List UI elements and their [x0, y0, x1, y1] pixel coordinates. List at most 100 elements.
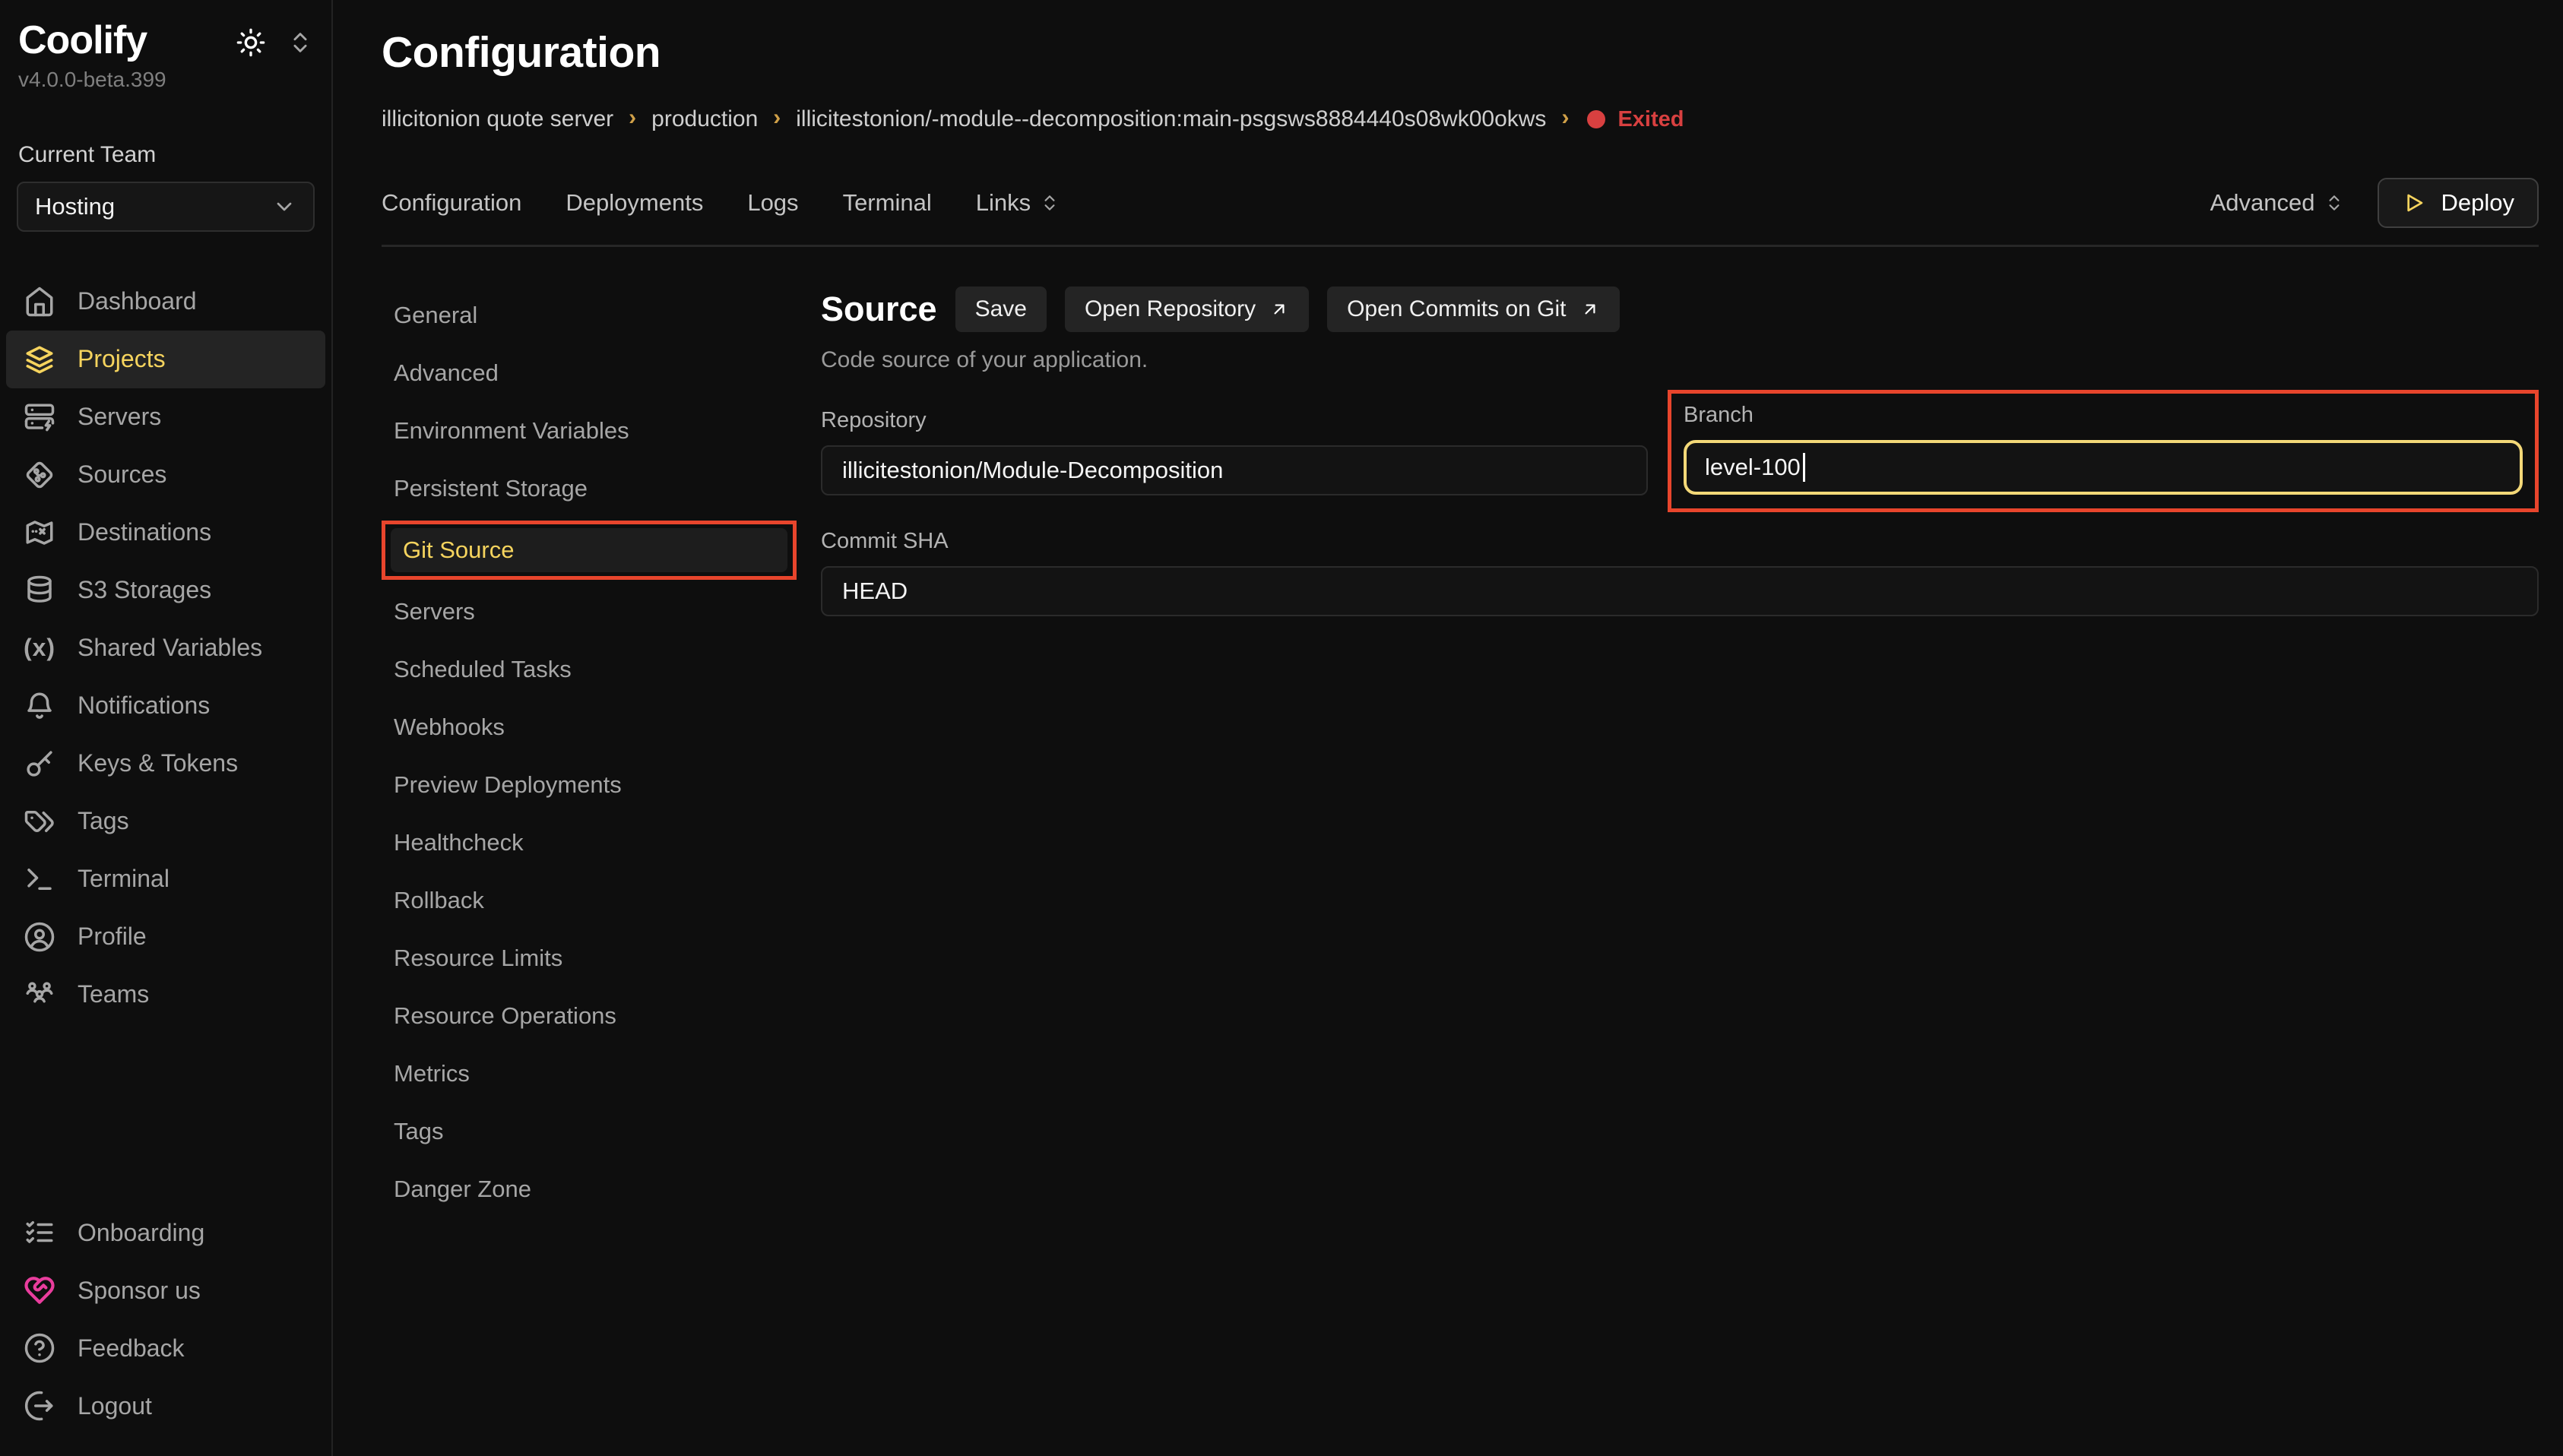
subnav-general[interactable]: General: [382, 286, 797, 344]
section-title: Source: [821, 290, 937, 329]
source-panel: Source Save Open Repository Open Commits…: [821, 286, 2539, 1218]
advanced-dropdown[interactable]: Advanced: [2210, 189, 2344, 217]
breadcrumb-project[interactable]: illicitonion quote server: [382, 106, 613, 132]
subnav-persistent-storage[interactable]: Persistent Storage: [382, 460, 797, 518]
sidebar-item-terminal[interactable]: Terminal: [6, 850, 325, 908]
chevrons-up-down-icon[interactable]: [287, 30, 313, 62]
theme-sun-icon[interactable]: [236, 27, 266, 64]
subnav-resource-limits[interactable]: Resource Limits: [382, 929, 797, 987]
chevron-down-icon: [272, 195, 296, 219]
team-select-value: Hosting: [35, 193, 115, 220]
database-icon: [23, 574, 56, 606]
heart-handshake-icon: [23, 1274, 56, 1306]
status-dot-icon: [1587, 110, 1605, 128]
sidebar: Coolify v4.0.0-beta.399 Current Team Hos…: [0, 0, 333, 1456]
sidebar-item-servers[interactable]: Servers: [6, 388, 325, 446]
subnav-advanced[interactable]: Advanced: [382, 344, 797, 402]
deploy-button[interactable]: Deploy: [2378, 178, 2539, 228]
subnav-tags[interactable]: Tags: [382, 1103, 797, 1160]
tab-bar: Configuration Deployments Logs Terminal …: [382, 178, 2539, 247]
sidebar-item-s3-storages[interactable]: S3 Storages: [6, 562, 325, 619]
subnav-resource-operations[interactable]: Resource Operations: [382, 987, 797, 1045]
map-icon: [23, 517, 56, 549]
key-icon: [23, 748, 56, 780]
sidebar-item-projects[interactable]: Projects: [6, 331, 325, 388]
sidebar-item-sources[interactable]: Sources: [6, 446, 325, 504]
subnav-rollback[interactable]: Rollback: [382, 872, 797, 929]
users-icon: [23, 979, 56, 1011]
sidebar-item-onboarding[interactable]: Onboarding: [6, 1204, 325, 1261]
chevrons-up-down-icon: [1040, 193, 1060, 213]
status-badge: Exited: [1587, 107, 1684, 132]
bell-icon: [23, 690, 56, 722]
server-icon: [23, 401, 56, 433]
app-root: Coolify v4.0.0-beta.399 Current Team Hos…: [0, 0, 2563, 1456]
breadcrumb-separator-icon: ›: [773, 105, 781, 131]
main-area: Configuration illicitonion quote server …: [333, 0, 2563, 1456]
logout-icon: [23, 1390, 56, 1422]
tab-deployments[interactable]: Deployments: [566, 189, 703, 217]
sidebar-item-logout[interactable]: Logout: [6, 1377, 325, 1435]
commit-sha-input[interactable]: [821, 566, 2539, 616]
tab-configuration[interactable]: Configuration: [382, 189, 521, 217]
chevrons-up-down-icon: [2324, 193, 2344, 213]
home-icon: [23, 286, 56, 318]
breadcrumb-separator-icon: ›: [1561, 105, 1569, 131]
tab-links[interactable]: Links: [976, 189, 1060, 217]
help-circle-icon: [23, 1332, 56, 1364]
sidebar-item-dashboard[interactable]: Dashboard: [6, 273, 325, 331]
subnav-servers[interactable]: Servers: [382, 583, 797, 641]
checklist-icon: [23, 1217, 56, 1249]
subnav-scheduled-tasks[interactable]: Scheduled Tasks: [382, 641, 797, 698]
commit-sha-label: Commit SHA: [821, 529, 2539, 554]
sidebar-item-keys-tokens[interactable]: Keys & Tokens: [6, 735, 325, 793]
branch-annotation-box: Branch level-100: [1668, 390, 2539, 512]
subnav-preview-deployments[interactable]: Preview Deployments: [382, 756, 797, 814]
variable-icon: (x): [23, 634, 56, 662]
subnav-environment-variables[interactable]: Environment Variables: [382, 402, 797, 460]
sidebar-item-feedback[interactable]: Feedback: [6, 1319, 325, 1377]
repository-label: Repository: [821, 408, 1648, 433]
git-source-annotation-box: Git Source: [382, 521, 797, 580]
tab-logs[interactable]: Logs: [747, 189, 798, 217]
open-commits-button[interactable]: Open Commits on Git: [1327, 286, 1619, 332]
page-title: Configuration: [382, 27, 2539, 78]
git-source-icon: [23, 459, 56, 491]
section-description: Code source of your application.: [821, 347, 2539, 373]
sidebar-item-destinations[interactable]: Destinations: [6, 504, 325, 562]
subnav-git-source[interactable]: Git Source: [391, 528, 787, 572]
app-version: v4.0.0-beta.399: [18, 68, 166, 92]
repository-field-group: Repository: [821, 408, 1648, 495]
sidebar-header: Coolify v4.0.0-beta.399: [0, 20, 331, 92]
tab-terminal[interactable]: Terminal: [843, 189, 932, 217]
sidebar-spacer: [0, 1024, 331, 1204]
terminal-icon: [23, 863, 56, 895]
repository-input[interactable]: [821, 445, 1648, 495]
branch-label: Branch: [1684, 403, 2523, 428]
status-text: Exited: [1617, 107, 1684, 132]
sidebar-footer-menu: Onboarding Sponsor us Feedback Logout: [0, 1204, 331, 1435]
sidebar-item-profile[interactable]: Profile: [6, 908, 325, 966]
team-select[interactable]: Hosting: [17, 182, 315, 232]
external-link-icon: [1269, 299, 1289, 319]
subnav-healthcheck[interactable]: Healthcheck: [382, 814, 797, 872]
sidebar-item-tags[interactable]: Tags: [6, 793, 325, 850]
commit-sha-field-group: Commit SHA: [821, 529, 2539, 616]
sidebar-item-teams[interactable]: Teams: [6, 966, 325, 1024]
subnav-webhooks[interactable]: Webhooks: [382, 698, 797, 756]
subnav-metrics[interactable]: Metrics: [382, 1045, 797, 1103]
branch-input[interactable]: level-100: [1684, 440, 2523, 495]
sidebar-item-shared-variables[interactable]: (x) Shared Variables: [6, 619, 325, 677]
sidebar-item-sponsor-us[interactable]: Sponsor us: [6, 1261, 325, 1319]
tags-icon: [23, 806, 56, 837]
subnav-danger-zone[interactable]: Danger Zone: [382, 1160, 797, 1218]
app-logo: Coolify: [18, 20, 166, 62]
open-repository-button[interactable]: Open Repository: [1065, 286, 1309, 332]
sidebar-item-notifications[interactable]: Notifications: [6, 677, 325, 735]
save-button[interactable]: Save: [955, 286, 1047, 332]
breadcrumb-environment[interactable]: production: [651, 106, 758, 132]
layers-icon: [23, 343, 56, 375]
user-circle-icon: [23, 921, 56, 953]
breadcrumb-resource[interactable]: illicitestonion/-module--decomposition:m…: [796, 106, 1546, 132]
external-link-icon: [1580, 299, 1600, 319]
